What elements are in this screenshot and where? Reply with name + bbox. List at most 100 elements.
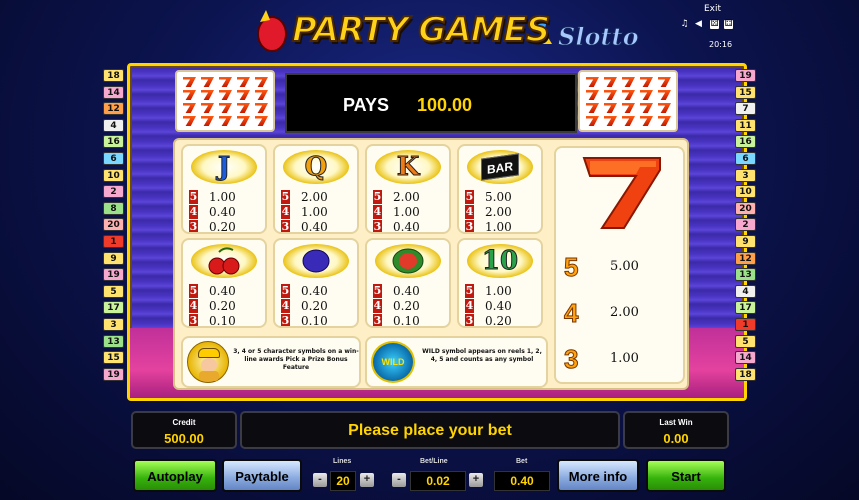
symbol-card-watermelon: 5 0.40 4 0.20 3 0.10 (365, 238, 451, 328)
payline-marker: 15 (103, 351, 124, 365)
match-count: 3 (465, 314, 474, 327)
pay-value: 2.00 (301, 190, 328, 204)
match-count: 4 (563, 298, 579, 329)
pay-value: 1.00 (485, 220, 512, 234)
payline-marker: 19 (103, 268, 124, 282)
payline-marker: 2 (103, 185, 124, 199)
pay-row: 5 1.00 (189, 190, 265, 204)
dice-icon[interactable]: ⚄ (710, 20, 719, 29)
payline-pattern-left (175, 70, 275, 132)
pay-row: 4 0.40 (465, 299, 541, 313)
pay-value: 0.10 (393, 314, 420, 328)
settings-icon[interactable]: ⚃ (724, 20, 733, 29)
wild-icon: WILD (371, 341, 415, 383)
payline-marker: 5 (735, 334, 756, 348)
match-count: 3 (373, 220, 382, 233)
credit-value: 500.00 (164, 431, 204, 446)
mini-seven-icon (586, 103, 599, 113)
paytable-button[interactable]: Paytable (222, 459, 302, 492)
wild-text: WILD symbol appears on reels 1, 2, 4, 5 … (422, 348, 542, 363)
fruit-drawing (392, 248, 424, 274)
pay-row: 3 0.20 (465, 314, 541, 327)
mini-seven-icon (658, 103, 671, 113)
symbol-card-10: 10 5 1.00 4 0.40 3 0.20 (457, 238, 543, 328)
pay-value: 0.40 (209, 284, 236, 298)
pay-value: 0.20 (209, 220, 236, 234)
mini-seven-icon (622, 116, 635, 126)
bonus-info: 3, 4 or 5 character symbols on a win-lin… (181, 336, 361, 388)
betline-minus-button[interactable]: - (392, 473, 406, 487)
pay-value: 1.00 (209, 190, 236, 204)
bonus-text: 3, 4 or 5 character symbols on a win-lin… (233, 348, 359, 371)
payline-marker: 16 (103, 135, 124, 149)
mini-seven-icon (640, 103, 653, 113)
seven-pay-row: 5 5.00 (563, 252, 674, 283)
seven-pay-row: 4 2.00 (563, 298, 674, 329)
mini-seven-icon (255, 116, 268, 126)
betline-plus-button[interactable]: + (469, 473, 483, 487)
pay-value: 0.40 (209, 205, 236, 219)
match-count: 4 (189, 205, 198, 219)
cherries-icon (191, 244, 257, 278)
mini-seven-icon (219, 90, 232, 100)
payline-marker: 9 (103, 251, 124, 265)
pay-row: 3 1.00 (465, 220, 541, 234)
match-count: 5 (373, 284, 382, 298)
symbol-glyph: Q (304, 152, 328, 183)
last-win-label: Last Win (659, 418, 693, 427)
mini-seven-icon (237, 77, 250, 87)
lines-minus-button[interactable]: - (313, 473, 327, 487)
betline-value: 0.02 (410, 471, 466, 491)
pay-row: 3 0.10 (281, 314, 357, 326)
mini-seven-icon (586, 77, 599, 87)
mini-seven-icon (237, 116, 250, 126)
match-count: 5 (189, 284, 198, 298)
pay-value: 1.00 (393, 205, 420, 219)
seven-icon (582, 157, 661, 229)
mini-seven-icon (219, 116, 232, 126)
character-icon (187, 341, 229, 383)
mini-seven-icon (604, 103, 617, 113)
mini-seven-icon (658, 77, 671, 87)
mini-seven-icon (658, 116, 671, 126)
betline-label: Bet/Line (420, 458, 448, 465)
payline-marker: 12 (735, 251, 756, 265)
game-logo: PARTY GAMES Slotto (240, 4, 640, 60)
pay-value: 2.00 (485, 205, 512, 219)
mini-seven-icon (219, 103, 232, 113)
seven-pay-row: 3 1.00 (563, 344, 674, 375)
mini-seven-icon (183, 116, 196, 126)
credit-label: Credit (172, 418, 196, 427)
pay-row: 3 0.10 (189, 314, 265, 326)
watermelon-icon (375, 244, 441, 278)
pay-row: 4 2.00 (465, 205, 541, 219)
pay-row: 5 5.00 (465, 190, 541, 204)
pay-row: 5 1.00 (465, 284, 541, 298)
mini-seven-icon (255, 90, 268, 100)
fruit-drawing (208, 247, 240, 275)
exit-button[interactable]: Exit (704, 4, 721, 14)
autoplay-button[interactable]: Autoplay (133, 459, 217, 492)
bar-icon: BAR (467, 150, 533, 184)
lines-label: Lines (333, 458, 352, 465)
pay-value: 0.40 (393, 220, 420, 234)
payline-marker: 12 (103, 102, 124, 116)
pays-label: PAYS (343, 95, 390, 115)
start-button[interactable]: Start (646, 459, 726, 492)
sound-icon[interactable]: ◀ (694, 20, 703, 29)
pay-row: 3 0.20 (189, 220, 265, 234)
fruit-drawing (302, 249, 330, 273)
payline-marker: 18 (735, 367, 756, 381)
mini-seven-icon (237, 90, 250, 100)
k-icon: K (375, 150, 441, 184)
mini-seven-icon (640, 116, 653, 126)
pay-row: 5 2.00 (373, 190, 449, 204)
match-count: 4 (281, 205, 290, 219)
match-count: 5 (465, 190, 474, 204)
pay-value: 1.00 (301, 205, 328, 219)
music-icon[interactable]: ♫ (680, 20, 689, 29)
more-info-button[interactable]: More info (557, 459, 639, 492)
lines-plus-button[interactable]: + (360, 473, 374, 487)
pay-value: 0.40 (301, 220, 328, 234)
mini-seven-icon (201, 90, 214, 100)
